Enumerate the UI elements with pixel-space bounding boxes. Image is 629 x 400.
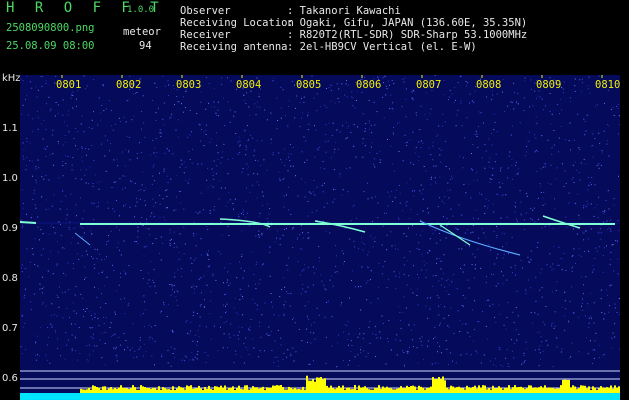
field-label-receiver: Receiver <box>180 29 231 41</box>
y-tick-0-9: 0.9 <box>2 223 18 234</box>
time-tick-label-0805: 0805 <box>296 79 322 91</box>
field-label-antenna: Receiving antenna <box>180 41 288 53</box>
level-baseline <box>20 393 620 400</box>
signal-level-bars <box>80 375 620 393</box>
y-tick-0-7: 0.7 <box>2 323 18 334</box>
y-tick-0-8: 0.8 <box>2 273 18 284</box>
time-tick-label-0802: 0802 <box>116 79 142 91</box>
meteor-count: 94 <box>139 40 152 52</box>
time-tick-marks <box>61 75 603 78</box>
field-value-observer: : Takanori Kawachi <box>287 5 401 17</box>
carrier-line-left-segment <box>20 221 37 224</box>
app-version: 1.0.0 <box>127 5 155 15</box>
time-tick-label-0803: 0803 <box>176 79 202 91</box>
file-name: 2508090800.png <box>6 22 95 34</box>
meteor-label: meteor <box>123 26 161 38</box>
spectrogram-plot: 0801 0802 0803 0804 0805 0806 0807 0808 … <box>20 75 620 400</box>
time-tick-label-0804: 0804 <box>236 79 262 91</box>
field-label-location: Receiving Location <box>180 17 294 29</box>
axis-unit-label: kHz <box>2 73 21 84</box>
meteor-echo-6 <box>74 232 91 246</box>
field-label-observer: Observer <box>180 5 231 17</box>
y-tick-0-6: 0.6 <box>2 373 18 384</box>
date-time: 25.08.09 08:00 <box>6 40 95 52</box>
field-value-location: : Ogaki, Gifu, JAPAN (136.60E, 35.35N) <box>287 17 528 29</box>
time-tick-label-0806: 0806 <box>356 79 382 91</box>
time-tick-label-0801: 0801 <box>56 79 82 91</box>
time-tick-label-0807: 0807 <box>416 79 442 91</box>
spectrogram-canvas <box>20 75 620 400</box>
meteor-echo-4 <box>439 224 471 246</box>
header-panel: H R O F F T 1.0.0 2508090800.png meteor … <box>0 0 629 75</box>
y-tick-1-0: 1.0 <box>2 173 18 184</box>
meteor-echo-3 <box>419 220 521 256</box>
field-value-antenna: : 2el-HB9CV Vertical (el. E-W) <box>287 41 477 53</box>
time-tick-label-0810: 0810 <box>595 79 620 91</box>
time-tick-label-0808: 0808 <box>476 79 502 91</box>
time-tick-label-0809: 0809 <box>536 79 562 91</box>
y-tick-1-1: 1.1 <box>2 123 18 134</box>
field-value-receiver: : R820T2(RTL-SDR) SDR-Sharp 53.1000MHz <box>287 29 528 41</box>
meteor-echo-5 <box>542 215 581 229</box>
